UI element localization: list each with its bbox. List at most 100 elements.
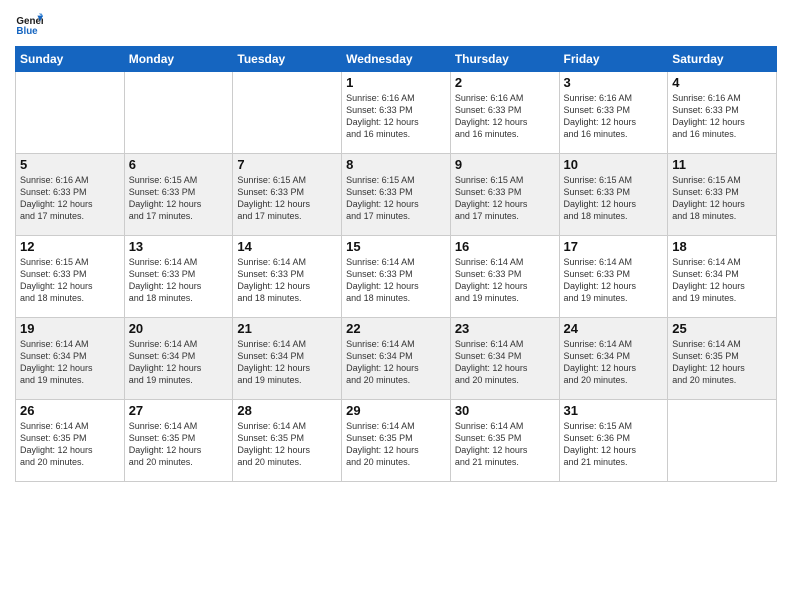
svg-text:Blue: Blue [16, 26, 38, 37]
weekday-header-monday: Monday [124, 47, 233, 72]
calendar-cell [233, 72, 342, 154]
day-number: 29 [346, 403, 446, 418]
day-info: Sunrise: 6:15 AM Sunset: 6:33 PM Dayligh… [237, 174, 337, 223]
calendar-cell: 11 Sunrise: 6:15 AM Sunset: 6:33 PM Dayli… [668, 154, 777, 236]
calendar-cell: 30 Sunrise: 6:14 AM Sunset: 6:35 PM Dayli… [450, 400, 559, 482]
day-info: Sunrise: 6:16 AM Sunset: 6:33 PM Dayligh… [20, 174, 120, 223]
day-info: Sunrise: 6:14 AM Sunset: 6:34 PM Dayligh… [237, 338, 337, 387]
calendar-cell: 9Sunrise: 6:15 AM Sunset: 6:33 PM Daylig… [450, 154, 559, 236]
day-number: 19 [20, 321, 120, 336]
day-info: Sunrise: 6:14 AM Sunset: 6:33 PM Dayligh… [129, 256, 229, 305]
day-number: 23 [455, 321, 555, 336]
day-info: Sunrise: 6:14 AM Sunset: 6:35 PM Dayligh… [237, 420, 337, 469]
calendar-cell [16, 72, 125, 154]
day-info: Sunrise: 6:15 AM Sunset: 6:33 PM Dayligh… [129, 174, 229, 223]
day-info: Sunrise: 6:14 AM Sunset: 6:34 PM Dayligh… [672, 256, 772, 305]
day-info: Sunrise: 6:14 AM Sunset: 6:33 PM Dayligh… [455, 256, 555, 305]
day-number: 31 [564, 403, 664, 418]
calendar-cell: 26 Sunrise: 6:14 AM Sunset: 6:35 PM Dayli… [16, 400, 125, 482]
day-number: 20 [129, 321, 229, 336]
day-number: 5 [20, 157, 120, 172]
calendar-cell: 25Sunrise: 6:14 AM Sunset: 6:35 PM Dayli… [668, 318, 777, 400]
day-info: Sunrise: 6:14 AM Sunset: 6:35 PM Dayligh… [20, 420, 120, 469]
calendar-cell: 21Sunrise: 6:14 AM Sunset: 6:34 PM Dayli… [233, 318, 342, 400]
day-info: Sunrise: 6:14 AM Sunset: 6:33 PM Dayligh… [237, 256, 337, 305]
day-info: Sunrise: 6:14 AM Sunset: 6:35 PM Dayligh… [129, 420, 229, 469]
calendar-table: SundayMondayTuesdayWednesdayThursdayFrid… [15, 46, 777, 482]
logo-icon: General Blue [15, 10, 43, 38]
day-number: 13 [129, 239, 229, 254]
day-number: 30 [455, 403, 555, 418]
day-number: 6 [129, 157, 229, 172]
day-number: 24 [564, 321, 664, 336]
calendar-cell: 4 Sunrise: 6:16 AM Sunset: 6:33 PM Daylig… [668, 72, 777, 154]
day-info: Sunrise: 6:15 AM Sunset: 6:33 PM Dayligh… [564, 174, 664, 223]
calendar-cell: 17Sunrise: 6:14 AM Sunset: 6:33 PM Dayli… [559, 236, 668, 318]
day-info: Sunrise: 6:14 AM Sunset: 6:34 PM Dayligh… [455, 338, 555, 387]
day-number: 11 [672, 157, 772, 172]
day-number: 25 [672, 321, 772, 336]
weekday-header-wednesday: Wednesday [342, 47, 451, 72]
calendar-week-3: 12 Sunrise: 6:15 AM Sunset: 6:33 PM Dayli… [16, 236, 777, 318]
calendar-week-2: 5 Sunrise: 6:16 AM Sunset: 6:33 PM Daylig… [16, 154, 777, 236]
day-info: Sunrise: 6:14 AM Sunset: 6:34 PM Dayligh… [20, 338, 120, 387]
day-info: Sunrise: 6:14 AM Sunset: 6:35 PM Dayligh… [346, 420, 446, 469]
day-info: Sunrise: 6:16 AM Sunset: 6:33 PM Dayligh… [564, 92, 664, 141]
logo: General Blue [15, 10, 47, 38]
day-info: Sunrise: 6:15 AM Sunset: 6:33 PM Dayligh… [672, 174, 772, 223]
weekday-header-thursday: Thursday [450, 47, 559, 72]
day-info: Sunrise: 6:15 AM Sunset: 6:33 PM Dayligh… [20, 256, 120, 305]
day-number: 18 [672, 239, 772, 254]
calendar-cell: 1Sunrise: 6:16 AM Sunset: 6:33 PM Daylig… [342, 72, 451, 154]
day-number: 4 [672, 75, 772, 90]
weekday-header-saturday: Saturday [668, 47, 777, 72]
weekday-row: SundayMondayTuesdayWednesdayThursdayFrid… [16, 47, 777, 72]
calendar-cell [124, 72, 233, 154]
calendar-cell: 5 Sunrise: 6:16 AM Sunset: 6:33 PM Daylig… [16, 154, 125, 236]
calendar-cell: 18 Sunrise: 6:14 AM Sunset: 6:34 PM Dayli… [668, 236, 777, 318]
day-info: Sunrise: 6:16 AM Sunset: 6:33 PM Dayligh… [455, 92, 555, 141]
calendar-cell: 6 Sunrise: 6:15 AM Sunset: 6:33 PM Daylig… [124, 154, 233, 236]
calendar-cell: 23 Sunrise: 6:14 AM Sunset: 6:34 PM Dayli… [450, 318, 559, 400]
day-info: Sunrise: 6:14 AM Sunset: 6:34 PM Dayligh… [346, 338, 446, 387]
calendar-cell: 13 Sunrise: 6:14 AM Sunset: 6:33 PM Dayli… [124, 236, 233, 318]
calendar-header: SundayMondayTuesdayWednesdayThursdayFrid… [16, 47, 777, 72]
calendar-cell: 12 Sunrise: 6:15 AM Sunset: 6:33 PM Dayli… [16, 236, 125, 318]
calendar-cell: 27Sunrise: 6:14 AM Sunset: 6:35 PM Dayli… [124, 400, 233, 482]
calendar-cell: 20 Sunrise: 6:14 AM Sunset: 6:34 PM Dayli… [124, 318, 233, 400]
day-number: 16 [455, 239, 555, 254]
day-number: 3 [564, 75, 664, 90]
calendar-body: 1Sunrise: 6:16 AM Sunset: 6:33 PM Daylig… [16, 72, 777, 482]
day-number: 7 [237, 157, 337, 172]
day-number: 12 [20, 239, 120, 254]
calendar-cell: 24 Sunrise: 6:14 AM Sunset: 6:34 PM Dayli… [559, 318, 668, 400]
day-info: Sunrise: 6:15 AM Sunset: 6:33 PM Dayligh… [346, 174, 446, 223]
calendar-cell: 14Sunrise: 6:14 AM Sunset: 6:33 PM Dayli… [233, 236, 342, 318]
day-info: Sunrise: 6:16 AM Sunset: 6:33 PM Dayligh… [672, 92, 772, 141]
calendar-cell: 8 Sunrise: 6:15 AM Sunset: 6:33 PM Daylig… [342, 154, 451, 236]
weekday-header-sunday: Sunday [16, 47, 125, 72]
calendar-cell [668, 400, 777, 482]
day-number: 28 [237, 403, 337, 418]
calendar-week-1: 1Sunrise: 6:16 AM Sunset: 6:33 PM Daylig… [16, 72, 777, 154]
day-info: Sunrise: 6:16 AM Sunset: 6:33 PM Dayligh… [346, 92, 446, 141]
calendar-cell: 15 Sunrise: 6:14 AM Sunset: 6:33 PM Dayli… [342, 236, 451, 318]
calendar-cell: 16 Sunrise: 6:14 AM Sunset: 6:33 PM Dayli… [450, 236, 559, 318]
calendar-cell: 31 Sunrise: 6:15 AM Sunset: 6:36 PM Dayli… [559, 400, 668, 482]
day-info: Sunrise: 6:14 AM Sunset: 6:34 PM Dayligh… [129, 338, 229, 387]
calendar-cell: 28 Sunrise: 6:14 AM Sunset: 6:35 PM Dayli… [233, 400, 342, 482]
day-number: 22 [346, 321, 446, 336]
day-info: Sunrise: 6:15 AM Sunset: 6:36 PM Dayligh… [564, 420, 664, 469]
day-number: 15 [346, 239, 446, 254]
day-info: Sunrise: 6:14 AM Sunset: 6:34 PM Dayligh… [564, 338, 664, 387]
day-number: 17 [564, 239, 664, 254]
day-info: Sunrise: 6:14 AM Sunset: 6:35 PM Dayligh… [455, 420, 555, 469]
weekday-header-tuesday: Tuesday [233, 47, 342, 72]
calendar-cell: 7 Sunrise: 6:15 AM Sunset: 6:33 PM Daylig… [233, 154, 342, 236]
day-info: Sunrise: 6:14 AM Sunset: 6:33 PM Dayligh… [346, 256, 446, 305]
day-number: 26 [20, 403, 120, 418]
day-number: 8 [346, 157, 446, 172]
day-number: 9 [455, 157, 555, 172]
calendar-cell: 29 Sunrise: 6:14 AM Sunset: 6:35 PM Dayli… [342, 400, 451, 482]
calendar-week-4: 19 Sunrise: 6:14 AM Sunset: 6:34 PM Dayli… [16, 318, 777, 400]
